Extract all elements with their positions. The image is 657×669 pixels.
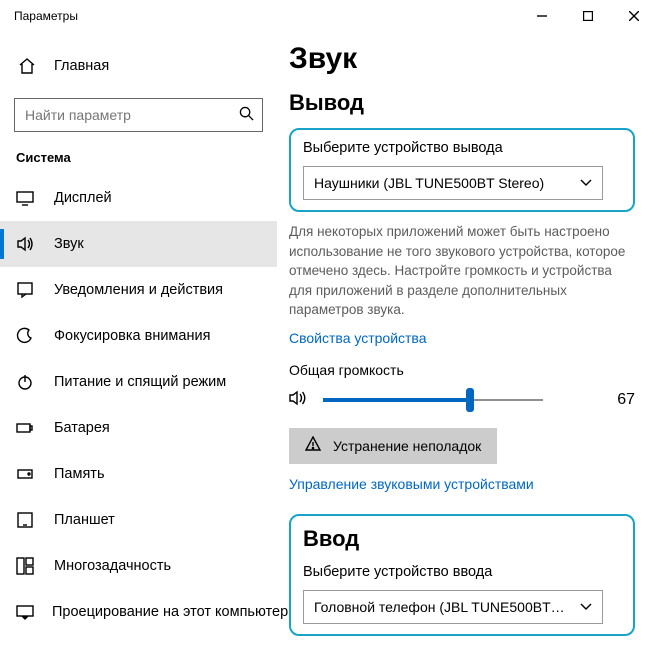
sidebar: Главная Система Дисплей Звук Уве (0, 32, 277, 669)
sidebar-item-label: Планшет (54, 512, 115, 528)
home-nav[interactable]: Главная (0, 50, 277, 82)
notifications-icon (16, 281, 36, 299)
close-button[interactable] (611, 0, 657, 32)
input-device-dropdown[interactable]: Головной телефон (JBL TUNE500BT… (303, 590, 603, 624)
volume-icon[interactable] (289, 389, 309, 410)
window-title: Параметры (14, 9, 519, 23)
input-select-label: Выберите устройство ввода (303, 564, 621, 580)
output-device-box: Выберите устройство вывода Наушники (JBL… (289, 128, 635, 212)
volume-slider[interactable] (323, 388, 543, 412)
search-field[interactable] (14, 98, 263, 132)
sound-icon (16, 235, 36, 253)
warning-icon (305, 436, 321, 455)
input-device-value: Головной телефон (JBL TUNE500BT… (314, 599, 580, 615)
battery-icon (16, 419, 36, 437)
volume-label: Общая громкость (289, 362, 635, 378)
maximize-button[interactable] (565, 0, 611, 32)
home-icon (18, 57, 36, 75)
titlebar: Параметры (0, 0, 657, 32)
projecting-icon (16, 603, 34, 621)
minimize-icon (537, 11, 547, 21)
home-label: Главная (54, 58, 109, 74)
sidebar-item-battery[interactable]: Батарея (0, 405, 277, 451)
sidebar-item-label: Питание и спящий режим (54, 374, 226, 390)
volume-value: 67 (557, 391, 635, 409)
sidebar-item-label: Память (54, 466, 105, 482)
sidebar-item-label: Дисплей (54, 190, 112, 206)
sidebar-item-label: Фокусировка внимания (54, 328, 210, 344)
sidebar-nav: Дисплей Звук Уведомления и действия Фоку… (0, 175, 277, 635)
maximize-icon (583, 11, 593, 21)
multitasking-icon (16, 557, 36, 575)
page-title: Звук (289, 42, 635, 76)
slider-fill (323, 398, 470, 402)
sidebar-item-power[interactable]: Питание и спящий режим (0, 359, 277, 405)
tablet-icon (16, 511, 36, 529)
output-device-value: Наушники (JBL TUNE500BT Stereo) (314, 175, 580, 191)
chevron-down-icon (580, 600, 592, 614)
main-content: Звук Вывод Выберите устройство вывода На… (277, 32, 657, 669)
sidebar-item-display[interactable]: Дисплей (0, 175, 277, 221)
output-select-label: Выберите устройство вывода (303, 140, 621, 156)
storage-icon (16, 465, 36, 483)
search-icon (239, 106, 254, 124)
sidebar-item-label: Звук (54, 236, 84, 252)
output-heading: Вывод (289, 90, 635, 116)
troubleshoot-label: Устранение неполадок (333, 438, 481, 454)
output-description: Для некоторых приложений может быть наст… (289, 222, 629, 320)
volume-row: 67 (289, 388, 635, 412)
sidebar-item-sound[interactable]: Звук (0, 221, 277, 267)
sidebar-item-label: Батарея (54, 420, 110, 436)
close-icon (629, 11, 639, 21)
device-properties-link[interactable]: Свойства устройства (289, 330, 635, 346)
chevron-down-icon (580, 176, 592, 190)
sidebar-item-tablet[interactable]: Планшет (0, 497, 277, 543)
input-device-box: Ввод Выберите устройство ввода Головной … (289, 514, 635, 636)
window-controls (519, 0, 657, 32)
sidebar-item-projecting[interactable]: Проецирование на этот компьютер (0, 589, 277, 635)
power-icon (16, 373, 36, 391)
sidebar-item-label: Проецирование на этот компьютер (52, 604, 288, 620)
sidebar-group-title: Система (0, 150, 277, 165)
sidebar-item-label: Уведомления и действия (54, 282, 223, 298)
focus-assist-icon (16, 327, 36, 345)
sidebar-item-label: Многозадачность (54, 558, 171, 574)
search-input[interactable] (15, 99, 262, 131)
output-device-dropdown[interactable]: Наушники (JBL TUNE500BT Stereo) (303, 166, 603, 200)
input-heading: Ввод (303, 526, 621, 552)
slider-thumb[interactable] (466, 388, 474, 412)
sidebar-item-multitasking[interactable]: Многозадачность (0, 543, 277, 589)
sidebar-item-focus-assist[interactable]: Фокусировка внимания (0, 313, 277, 359)
sidebar-item-notifications[interactable]: Уведомления и действия (0, 267, 277, 313)
troubleshoot-button[interactable]: Устранение неполадок (289, 428, 497, 464)
minimize-button[interactable] (519, 0, 565, 32)
manage-devices-link[interactable]: Управление звуковыми устройствами (289, 476, 635, 492)
display-icon (16, 189, 36, 207)
sidebar-item-storage[interactable]: Память (0, 451, 277, 497)
